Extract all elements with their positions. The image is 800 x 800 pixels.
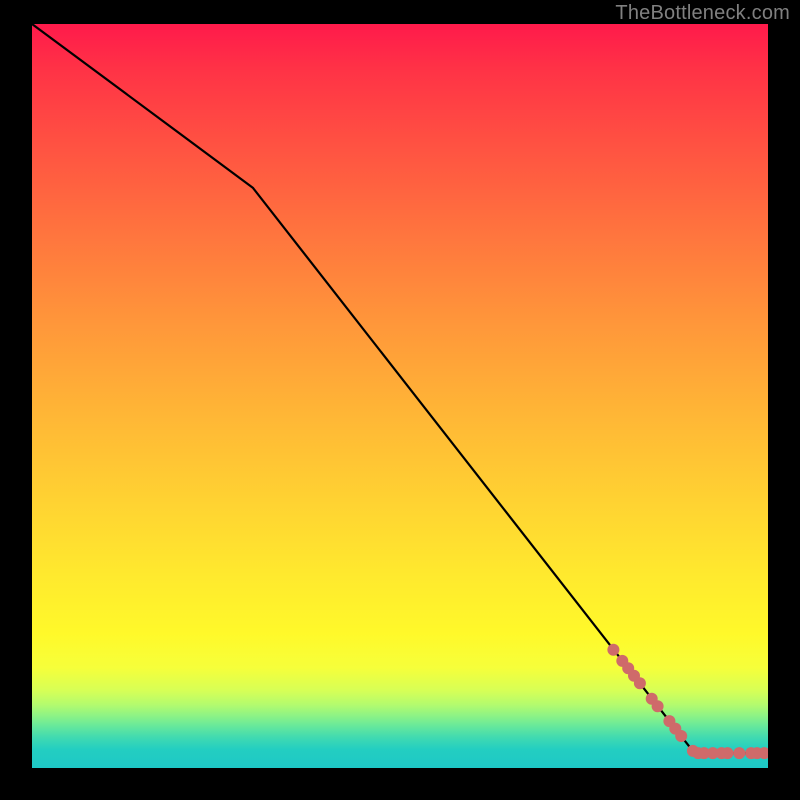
plot-area — [32, 24, 768, 768]
data-point — [652, 700, 664, 712]
data-point — [607, 644, 619, 656]
curve-line — [32, 24, 768, 753]
data-point — [675, 730, 687, 742]
chart-overlay — [32, 24, 768, 768]
attribution-text: TheBottleneck.com — [615, 2, 790, 25]
chart-frame: TheBottleneck.com — [0, 0, 800, 800]
data-point — [733, 747, 745, 759]
highlighted-points — [607, 644, 768, 759]
data-point — [634, 677, 646, 689]
data-point — [722, 747, 734, 759]
